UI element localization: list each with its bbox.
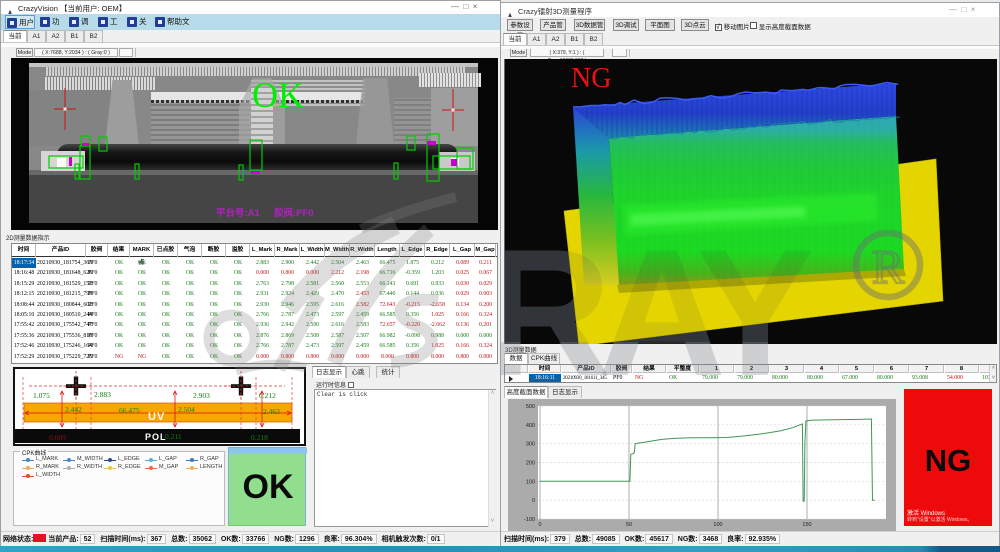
svg-text:50: 50 <box>626 522 632 528</box>
svg-text:2.903: 2.903 <box>193 391 210 400</box>
svg-text:0.089: 0.089 <box>49 433 66 442</box>
svg-text:100: 100 <box>713 522 722 528</box>
svg-text:平台号:A1: 平台号:A1 <box>216 207 261 219</box>
svg-text:300: 300 <box>526 442 535 448</box>
svg-text:2.463: 2.463 <box>263 407 280 416</box>
svg-text:POL: POL <box>145 432 167 442</box>
svg-text:100: 100 <box>526 479 535 485</box>
svg-text:150: 150 <box>802 522 811 528</box>
svg-text:胶阀:PF0: 胶阀:PF0 <box>274 207 314 219</box>
svg-text:0.211: 0.211 <box>165 432 182 441</box>
svg-text:0.212: 0.212 <box>259 391 276 400</box>
svg-text:66.475: 66.475 <box>119 406 140 415</box>
svg-text:0: 0 <box>532 498 535 504</box>
svg-text:500: 500 <box>526 404 535 410</box>
svg-text:2.883: 2.883 <box>94 390 111 399</box>
svg-text:2.504: 2.504 <box>178 405 195 414</box>
svg-text:400: 400 <box>526 423 535 429</box>
svg-text:OK: OK <box>252 75 304 115</box>
svg-text:2.442: 2.442 <box>65 405 82 414</box>
svg-text:-100: -100 <box>524 517 535 523</box>
svg-text:RAY: RAY <box>505 212 812 344</box>
svg-text:0: 0 <box>538 522 541 528</box>
svg-text:1.075: 1.075 <box>33 391 50 400</box>
svg-text:UV: UV <box>148 411 165 423</box>
svg-text:200: 200 <box>526 461 535 467</box>
svg-text:NG: NG <box>571 63 611 94</box>
svg-text:0.218: 0.218 <box>251 433 268 442</box>
